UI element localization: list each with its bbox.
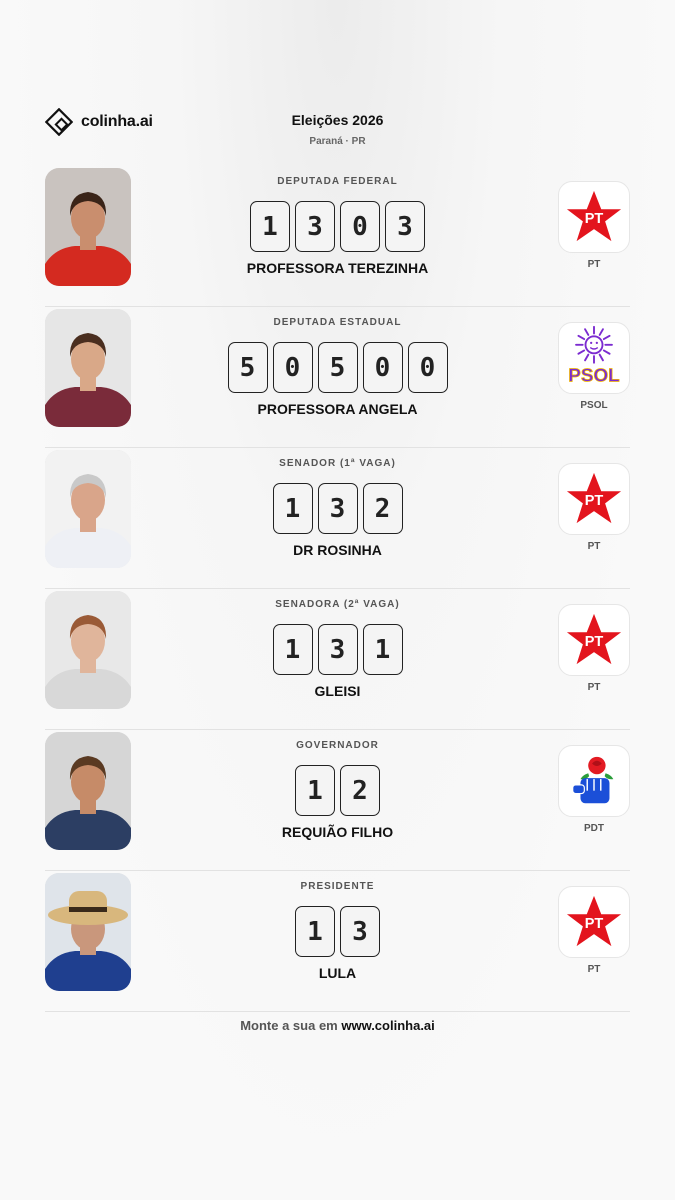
number-digit: 2 [362, 483, 403, 534]
candidate-name: GLEISI [314, 683, 361, 699]
pt-star-icon: PT [558, 604, 630, 676]
party-block: PT PT [558, 463, 630, 552]
candidate-photo [45, 873, 131, 991]
number-digit: 3 [317, 624, 358, 675]
number-digit: 1 [295, 906, 335, 957]
number-digit: 3 [385, 201, 425, 252]
candidate-row[interactable]: SENADOR (1ª VAGA) 1 3 2 DR ROSINHA PT PT [45, 448, 630, 589]
candidate-role: DEPUTADA FEDERAL [277, 176, 398, 187]
candidate-row[interactable]: DEPUTADA FEDERAL 1 3 0 3 PROFESSORA TEREZINHA… [45, 166, 630, 307]
party-block: PT PT [558, 886, 630, 975]
candidate-row[interactable]: GOVERNADOR 1 2 REQUIÃO FILHO PDT [45, 730, 630, 871]
pt-star-icon: PT [558, 886, 630, 958]
party-name: PT [587, 541, 601, 552]
candidate-info: GOVERNADOR 1 2 REQUIÃO FILHO [165, 730, 510, 840]
svg-text:PT: PT [585, 634, 604, 650]
candidate-number: 13 [165, 906, 510, 957]
number-digit: 3 [317, 483, 358, 534]
pt-star-icon: PT [558, 463, 630, 535]
candidate-name: LULA [318, 965, 357, 981]
number-digit: 0 [340, 201, 380, 252]
number-digit: 1 [295, 765, 335, 816]
candidate-photo [45, 591, 131, 709]
candidate-info: SENADORA (2ª VAGA) 1 3 1 GLEISI [165, 589, 510, 699]
party-name: PDT [584, 823, 604, 834]
header: colinha.ai Eleições 2026 Paraná · PR [45, 104, 630, 156]
candidate-name: PROFESSORA TEREZINHA [246, 260, 429, 276]
footer: Monte a sua em www.colinha.ai [0, 1018, 675, 1033]
party-block: PDT [558, 745, 630, 834]
candidate-name: PROFESSORA ANGELA [257, 401, 418, 417]
footer-link[interactable]: www.colinha.ai [341, 1018, 434, 1033]
candidate-role: DEPUTADA ESTADUAL [273, 317, 402, 328]
number-digit: 5 [317, 342, 358, 393]
svg-text:PSOL: PSOL [568, 366, 619, 387]
number-digit: 2 [340, 765, 380, 816]
number-digit: 0 [407, 342, 448, 393]
candidate-number: 50500 [165, 342, 510, 393]
candidate-info: SENADOR (1ª VAGA) 1 3 2 DR ROSINHA [165, 448, 510, 558]
svg-text:PT: PT [585, 916, 604, 932]
candidate-info: PRESIDENTE 1 3 LULA [165, 871, 510, 981]
party-name: PT [587, 259, 601, 270]
candidate-row[interactable]: DEPUTADA ESTADUAL 5 0 5 0 0 PROFESSORA ANGELA … [45, 307, 630, 448]
party-name: PT [587, 682, 601, 693]
psol-sun-icon: PSOL [558, 322, 630, 394]
candidate-role: SENADORA (2ª VAGA) [275, 599, 400, 610]
party-block: PSOL PSOL [558, 322, 630, 411]
svg-text:PT: PT [585, 493, 604, 509]
candidate-name: REQUIÃO FILHO [281, 824, 394, 840]
number-digit: 0 [272, 342, 313, 393]
candidate-photo [45, 168, 131, 286]
svg-text:PT: PT [585, 211, 604, 227]
candidate-number: 131 [165, 624, 510, 675]
number-digit: 1 [272, 624, 313, 675]
footer-text: Monte a sua em [240, 1018, 342, 1033]
page-title: Eleições 2026 [291, 112, 384, 128]
party-name: PSOL [580, 400, 608, 411]
candidate-role: PRESIDENTE [300, 881, 375, 892]
candidate-role: SENADOR (1ª VAGA) [279, 458, 396, 469]
candidate-list: DEPUTADA FEDERAL 1 3 0 3 PROFESSORA TEREZINHA… [45, 166, 630, 1012]
candidate-number: 132 [165, 483, 510, 534]
candidate-photo [45, 309, 131, 427]
candidate-photo [45, 732, 131, 850]
party-name: PT [587, 964, 601, 975]
page-subtitle: Paraná · PR [309, 136, 366, 147]
candidate-name: DR ROSINHA [293, 542, 382, 558]
number-digit: 3 [340, 906, 380, 957]
candidate-row[interactable]: PRESIDENTE 1 3 LULA PT PT [45, 871, 630, 1012]
candidate-photo [45, 450, 131, 568]
pt-star-icon: PT [558, 181, 630, 253]
pdt-rose-fist-icon [558, 745, 630, 817]
party-block: PT PT [558, 604, 630, 693]
candidate-row[interactable]: SENADORA (2ª VAGA) 1 3 1 GLEISI PT PT [45, 589, 630, 730]
number-digit: 1 [362, 624, 403, 675]
number-digit: 5 [227, 342, 268, 393]
number-digit: 1 [250, 201, 290, 252]
candidate-role: GOVERNADOR [296, 740, 379, 751]
party-block: PT PT [558, 181, 630, 270]
candidate-info: DEPUTADA FEDERAL 1 3 0 3 PROFESSORA TEREZINHA [165, 166, 510, 276]
candidate-number: 1303 [165, 201, 510, 252]
candidate-info: DEPUTADA ESTADUAL 5 0 5 0 0 PROFESSORA ANGELA [165, 307, 510, 417]
number-digit: 3 [295, 201, 335, 252]
number-digit: 0 [362, 342, 403, 393]
candidate-number: 12 [165, 765, 510, 816]
number-digit: 1 [272, 483, 313, 534]
